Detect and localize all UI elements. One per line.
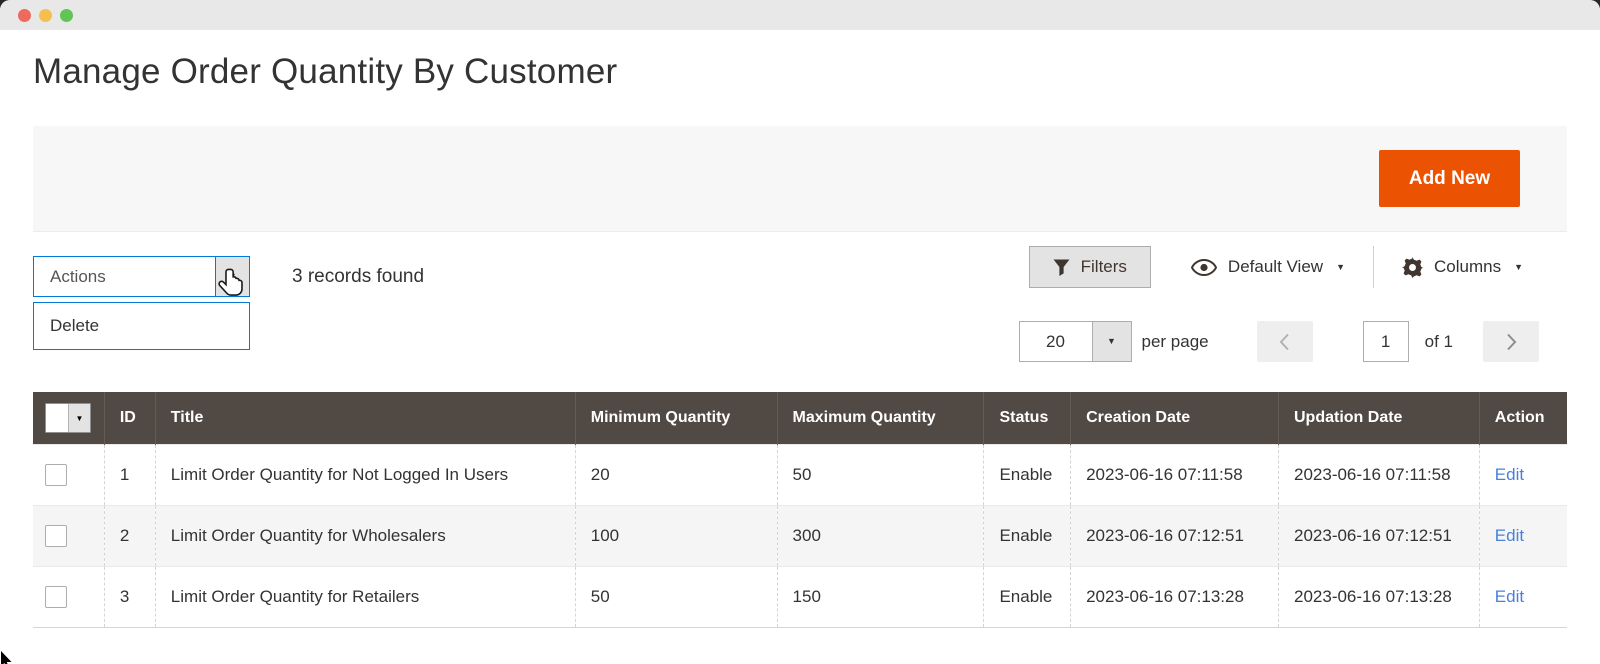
cell-status: Enable — [983, 505, 1071, 567]
view-switcher-label: Default View — [1227, 257, 1324, 276]
records-table: ▼ ID Title Minimum Quantity Maximum Quan… — [33, 392, 1567, 628]
column-header-action[interactable]: Action — [1478, 392, 1567, 445]
column-header-title[interactable]: Title — [154, 392, 576, 445]
page-title: Manage Order Quantity By Customer — [33, 52, 618, 91]
cell-status: Enable — [983, 444, 1071, 506]
total-pages-label: of 1 — [1424, 331, 1453, 351]
actions-menu-item-delete[interactable]: Delete — [34, 303, 249, 349]
app-window: Manage Order Quantity By Customer Add Ne… — [0, 0, 1600, 664]
current-page-input[interactable] — [1362, 321, 1409, 362]
pagination-row: 20 ▼ per page of 1 — [33, 321, 1567, 362]
column-header-status[interactable]: Status — [983, 392, 1071, 445]
cell-updated: 2023-06-16 07:13:28 — [1278, 566, 1480, 628]
gear-icon — [1401, 256, 1423, 278]
grid-controls-right: Filters Default View ▼ Columns ▼ — [1028, 246, 1523, 288]
column-header-max-qty[interactable]: Maximum Quantity — [776, 392, 984, 445]
edit-link[interactable]: Edit — [1495, 587, 1524, 606]
page-size-value: 20 — [1046, 331, 1065, 351]
grid-controls-left: Actions ▼ Delete 3 records found — [33, 256, 425, 350]
row-checkbox[interactable] — [45, 464, 67, 486]
cell-id: 2 — [103, 505, 156, 567]
column-header-min-qty[interactable]: Minimum Quantity — [574, 392, 778, 445]
actions-dropdown[interactable]: Actions ▼ Delete — [33, 256, 250, 350]
edit-link[interactable]: Edit — [1495, 526, 1524, 545]
close-window-button[interactable] — [18, 8, 31, 22]
cell-updated: 2023-06-16 07:12:51 — [1278, 505, 1480, 567]
mouse-arrow-cursor — [1, 651, 12, 664]
cell-created: 2023-06-16 07:11:58 — [1070, 444, 1279, 506]
cell-title: Limit Order Quantity for Wholesalers — [154, 505, 576, 567]
view-switcher[interactable]: Default View ▼ — [1190, 257, 1345, 277]
grid-controls-row: Actions ▼ Delete 3 records found Filters… — [33, 246, 1567, 350]
actions-dropdown-caret-button[interactable]: ▼ — [215, 257, 249, 296]
select-all-checkbox[interactable]: ▼ — [45, 403, 91, 433]
add-new-button[interactable]: Add New — [1379, 150, 1520, 207]
chevron-down-icon: ▼ — [228, 271, 237, 281]
cell-created: 2023-06-16 07:12:51 — [1070, 505, 1279, 567]
cell-min-qty: 100 — [574, 505, 778, 567]
records-found-label: 3 records found — [292, 265, 425, 287]
table-row: 1 Limit Order Quantity for Not Logged In… — [33, 444, 1567, 506]
cell-id: 3 — [103, 566, 156, 628]
column-header-creation-date[interactable]: Creation Date — [1070, 392, 1279, 445]
cell-min-qty: 50 — [574, 566, 778, 628]
cell-updated: 2023-06-16 07:11:58 — [1278, 444, 1480, 506]
select-all-checkbox-box[interactable] — [46, 404, 68, 432]
table-row: 2 Limit Order Quantity for Wholesalers 1… — [33, 505, 1567, 567]
minimize-window-button[interactable] — [39, 8, 52, 22]
funnel-icon — [1053, 259, 1070, 276]
chevron-left-icon — [1279, 333, 1289, 350]
cell-title: Limit Order Quantity for Retailers — [154, 566, 576, 628]
per-page-label: per page — [1141, 331, 1209, 351]
filters-button-label: Filters — [1080, 257, 1127, 276]
zoom-window-button[interactable] — [60, 8, 73, 22]
page-content: Manage Order Quantity By Customer Add Ne… — [0, 52, 1600, 628]
columns-control-label: Columns — [1433, 257, 1502, 276]
page-size-caret-button[interactable]: ▼ — [1091, 322, 1131, 361]
cell-created: 2023-06-16 07:13:28 — [1070, 566, 1279, 628]
actions-dropdown-label: Actions — [50, 266, 106, 286]
cell-max-qty: 300 — [776, 505, 984, 567]
cell-status: Enable — [983, 566, 1071, 628]
select-all-caret[interactable]: ▼ — [68, 404, 90, 432]
table-header-row: ▼ ID Title Minimum Quantity Maximum Quan… — [33, 392, 1567, 445]
filters-button[interactable]: Filters — [1028, 246, 1151, 288]
cell-max-qty: 50 — [776, 444, 984, 506]
previous-page-button[interactable] — [1256, 321, 1313, 362]
chevron-down-icon: ▼ — [1514, 261, 1523, 272]
cell-min-qty: 20 — [574, 444, 778, 506]
chevron-down-icon: ▼ — [1107, 336, 1116, 346]
select-all-header-cell: ▼ — [33, 392, 105, 445]
vertical-divider — [1372, 246, 1374, 288]
page-actions-toolbar: Add New — [33, 126, 1567, 232]
column-header-id[interactable]: ID — [103, 392, 156, 445]
columns-control[interactable]: Columns ▼ — [1401, 256, 1523, 278]
next-page-button[interactable] — [1483, 321, 1539, 362]
page-size-select[interactable]: 20 ▼ — [1018, 321, 1132, 362]
cell-id: 1 — [103, 444, 156, 506]
edit-link[interactable]: Edit — [1495, 465, 1524, 484]
actions-menu: Delete — [33, 302, 250, 350]
cell-title: Limit Order Quantity for Not Logged In U… — [154, 444, 576, 506]
cell-max-qty: 150 — [776, 566, 984, 628]
chevron-down-icon: ▼ — [1336, 261, 1345, 272]
table-row: 3 Limit Order Quantity for Retailers 50 … — [33, 566, 1567, 628]
window-titlebar — [0, 0, 1600, 30]
chevron-right-icon — [1506, 333, 1516, 350]
eye-icon — [1190, 258, 1217, 276]
row-checkbox[interactable] — [45, 586, 67, 608]
column-header-updation-date[interactable]: Updation Date — [1278, 392, 1480, 445]
row-checkbox[interactable] — [45, 525, 67, 547]
